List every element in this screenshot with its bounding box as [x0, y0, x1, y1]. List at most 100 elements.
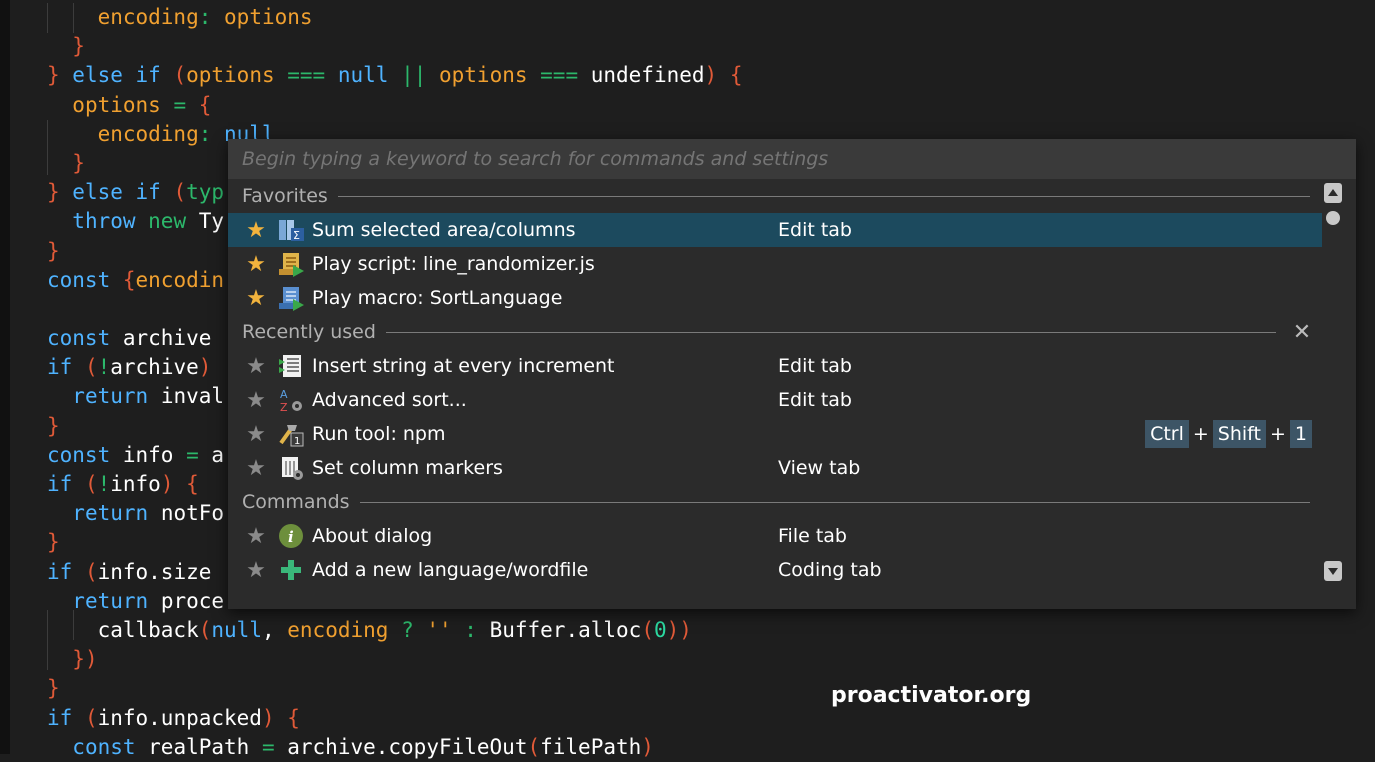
command-item[interactable]: ★ A Z Advanced sort... Edit tab	[228, 383, 1322, 417]
section-divider	[359, 501, 1310, 503]
svg-text:Σ: Σ	[293, 229, 300, 242]
code-token: ||	[401, 63, 439, 88]
favorite-star-icon[interactable]: ★	[244, 354, 268, 379]
favorite-star-icon[interactable]: ★	[244, 524, 268, 549]
favorite-star-icon[interactable]: ★	[244, 218, 268, 243]
command-label: Play script: line_randomizer.js	[312, 253, 595, 275]
code-line: })	[47, 645, 742, 674]
command-tab: Coding tab	[778, 559, 882, 581]
code-token: })	[72, 647, 98, 672]
code-token: encodin	[135, 267, 225, 292]
section-title: Favorites	[242, 185, 328, 207]
code-token: typ	[186, 180, 225, 205]
code-token: encoding	[97, 5, 199, 29]
code-token: info	[122, 442, 187, 467]
command-item[interactable]: ★ i About dialog File tab	[228, 519, 1322, 553]
code-token: if	[47, 355, 85, 380]
code-token: undefined	[590, 63, 705, 88]
code-token: =	[261, 734, 288, 759]
code-token: filePath	[540, 734, 642, 759]
palette-scrollbar[interactable]	[1322, 183, 1344, 583]
shortcut-key: Shift	[1212, 420, 1266, 448]
code-token: =	[173, 92, 199, 117]
scroll-up-button[interactable]	[1324, 183, 1342, 203]
sum-columns-icon: Σ	[276, 217, 306, 243]
code-token: null	[337, 63, 402, 88]
command-search-input[interactable]	[228, 139, 1356, 179]
scroll-thumb[interactable]	[1326, 211, 1340, 225]
code-token: ?	[401, 617, 427, 642]
code-token: }	[47, 676, 60, 701]
code-token: }	[47, 63, 73, 88]
code-token: a	[211, 442, 225, 467]
command-item[interactable]: ★ 1 Run tool: npm Ctrl + Shift +1	[228, 417, 1322, 451]
code-token: {	[122, 267, 136, 292]
code-token: const	[47, 442, 123, 467]
code-token: if	[47, 705, 85, 730]
favorite-star-icon[interactable]: ★	[244, 422, 268, 447]
favorite-star-icon[interactable]: ★	[244, 286, 268, 311]
code-token: return	[72, 384, 161, 409]
code-token: const	[72, 734, 149, 759]
code-token: ) {	[704, 63, 743, 88]
code-token: info.size	[97, 559, 212, 584]
editor-gutter	[0, 0, 10, 754]
command-item[interactable]: ★ Add a new language/wordfile Coding tab	[228, 553, 1322, 587]
svg-text:i: i	[288, 528, 294, 546]
code-token: )	[641, 734, 654, 759]
favorite-star-icon[interactable]: ★	[244, 456, 268, 481]
code-token: archive	[122, 326, 212, 351]
favorite-star-icon[interactable]: ★	[244, 252, 268, 277]
code-token: }	[72, 34, 85, 59]
code-token: else if	[72, 180, 174, 205]
shortcut-plus: +	[1192, 423, 1209, 445]
command-item[interactable]: ★ Play script: line_randomizer.js	[228, 247, 1322, 281]
command-item[interactable]: ★ Set column markers View tab	[228, 451, 1322, 485]
code-token: options	[186, 63, 288, 88]
section-title: Commands	[242, 491, 350, 513]
command-tab: View tab	[778, 457, 861, 479]
code-line: encoding: options	[47, 3, 742, 32]
command-tab: Edit tab	[778, 389, 852, 411]
code-token: :	[464, 617, 490, 642]
code-token: info	[110, 472, 161, 496]
command-label: Play macro: SortLanguage	[312, 287, 563, 309]
code-token: return	[72, 501, 161, 526]
clear-recent-close-icon[interactable]: ✕	[1288, 320, 1316, 345]
code-token: ===	[287, 63, 338, 88]
code-token: }	[72, 150, 85, 175]
code-token: Buffer.alloc	[489, 617, 642, 642]
macro-icon	[276, 285, 306, 311]
insert-string-icon	[276, 353, 306, 379]
code-token: new	[148, 209, 199, 234]
code-token: (	[84, 472, 98, 496]
command-item[interactable]: ★ Play macro: SortLanguage	[228, 281, 1322, 315]
code-token: (	[173, 180, 187, 205]
code-token: encoding	[97, 121, 199, 146]
script-icon	[276, 251, 306, 277]
command-tab: File tab	[778, 525, 847, 547]
command-item[interactable]: ★ Insert string at every increment Edit ta…	[228, 349, 1322, 383]
column-markers-icon	[276, 455, 306, 481]
command-label: Add a new language/wordfile	[312, 559, 589, 581]
command-item[interactable]: ★ Σ Sum selected area/columns Edit tab	[228, 213, 1322, 247]
code-token: options	[439, 63, 541, 88]
section-header: Recently used ✕	[228, 315, 1322, 349]
svg-text:1: 1	[294, 436, 300, 447]
favorite-star-icon[interactable]: ★	[244, 558, 268, 583]
shortcut-key: 1	[1289, 420, 1312, 448]
code-token: options	[224, 5, 313, 29]
code-token: }	[47, 180, 73, 205]
shortcut-key: Ctrl	[1145, 420, 1189, 448]
scroll-down-button[interactable]	[1324, 561, 1342, 581]
code-token: if	[47, 559, 85, 584]
code-token: :	[198, 121, 225, 146]
favorite-star-icon[interactable]: ★	[244, 388, 268, 413]
code-token: :	[198, 5, 225, 29]
